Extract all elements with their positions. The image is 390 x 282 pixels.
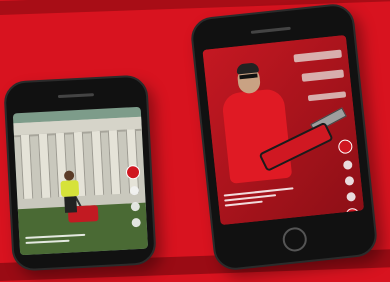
building-columns (19, 129, 140, 200)
comment-icon[interactable] (344, 176, 354, 186)
share-icon[interactable] (345, 191, 356, 202)
home-button[interactable] (281, 226, 308, 253)
presenter-hoodie (221, 87, 293, 184)
avatar-icon[interactable] (337, 138, 354, 155)
left-phone (3, 74, 157, 272)
worker-figure (60, 170, 80, 213)
avatar-icon[interactable] (125, 164, 141, 180)
heart-icon[interactable] (129, 185, 139, 196)
music-disc-icon[interactable] (344, 207, 361, 223)
right-phone (189, 2, 379, 272)
share-icon[interactable] (130, 217, 141, 228)
heart-icon[interactable] (342, 160, 353, 170)
left-phone-screen[interactable] (12, 106, 149, 256)
comment-icon[interactable] (130, 201, 140, 212)
speaker-notch (250, 26, 291, 34)
right-phone-screen[interactable] (202, 34, 365, 226)
speaker-notch (57, 93, 94, 99)
